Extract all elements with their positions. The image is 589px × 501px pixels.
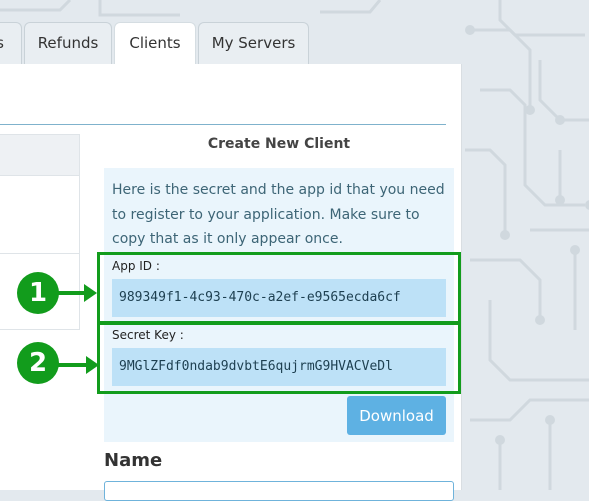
secret-key-highlight-box — [97, 322, 461, 394]
tab-partial[interactable]: s — [0, 22, 22, 64]
name-field-label: Name — [104, 450, 163, 471]
clients-table-header — [0, 134, 80, 176]
tab-my-servers[interactable]: My Servers — [198, 22, 309, 64]
tab-refunds[interactable]: Refunds — [24, 22, 112, 64]
callout-1-badge: 1 — [17, 272, 59, 314]
section-divider — [0, 124, 446, 125]
callout-2-arrow-icon — [58, 356, 99, 374]
callout-2-badge: 2 — [17, 342, 59, 384]
callout-1-arrow-icon — [58, 284, 97, 302]
clients-table-row — [0, 175, 80, 254]
tab-clients[interactable]: Clients — [114, 22, 196, 66]
create-client-title: Create New Client — [207, 136, 351, 152]
download-button[interactable]: Download — [347, 396, 446, 435]
credentials-message: Here is the secret and the app id that y… — [112, 182, 445, 247]
app-id-highlight-box — [97, 252, 461, 324]
name-input[interactable] — [104, 481, 454, 501]
